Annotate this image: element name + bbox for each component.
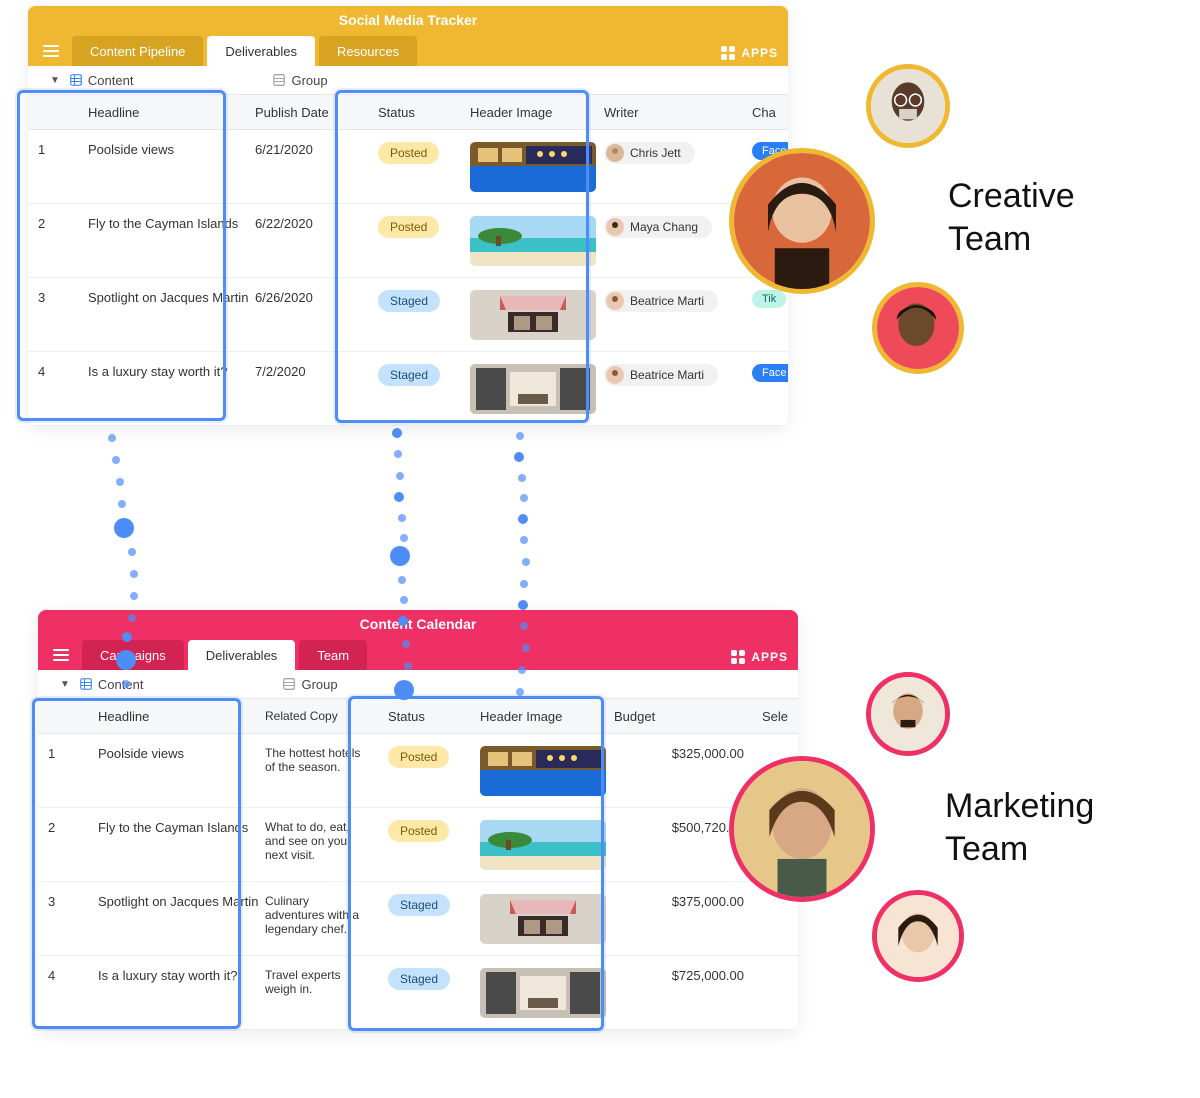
avatar-icon <box>606 144 624 162</box>
calendar-title: Content Calendar <box>38 610 798 638</box>
calendar-header: Content Calendar Campaigns Deliverables … <box>38 610 798 670</box>
tracker-header: Social Media Tracker Content Pipeline De… <box>28 6 788 66</box>
subnav-content[interactable]: ▼ Content <box>50 73 133 88</box>
subnav-group[interactable]: Group <box>283 677 337 692</box>
apps-icon <box>721 46 735 60</box>
marketing-team-label: MarketingTeam <box>945 785 1094 870</box>
apps-button[interactable]: APPS <box>731 650 788 664</box>
hamburger-icon[interactable] <box>46 640 76 670</box>
col-channel[interactable]: Cha <box>752 105 788 120</box>
avatar-icon <box>606 366 624 384</box>
subnav: ▼ Content Group <box>38 670 798 698</box>
avatar-marketing-2 <box>866 672 950 756</box>
apps-button[interactable]: APPS <box>721 46 778 60</box>
hamburger-icon[interactable] <box>36 36 66 66</box>
highlight-status-image-bottom <box>348 696 604 1031</box>
subnav-content[interactable]: ▼ Content <box>60 677 143 692</box>
avatar-marketing-main <box>729 756 875 902</box>
avatar-icon <box>606 218 624 236</box>
channel-badge: Face <box>752 364 788 382</box>
avatar-marketing-3 <box>872 890 964 982</box>
writer-chip[interactable]: Beatrice Marti <box>604 364 718 386</box>
writer-chip[interactable]: Chris Jett <box>604 142 695 164</box>
writer-chip[interactable]: Maya Chang <box>604 216 712 238</box>
creative-team-label: CreativeTeam <box>948 175 1075 260</box>
chevron-down-icon: ▼ <box>60 679 70 690</box>
channel-badge: Tik <box>752 290 786 308</box>
tab-deliverables[interactable]: Deliverables <box>188 640 296 670</box>
col-select[interactable]: Sele <box>762 709 798 724</box>
col-writer[interactable]: Writer <box>604 105 752 120</box>
chevron-down-icon: ▼ <box>50 75 60 86</box>
tab-team[interactable]: Team <box>299 640 367 670</box>
avatar-icon <box>606 292 624 310</box>
highlight-status-image-top <box>335 90 589 423</box>
group-icon <box>273 74 285 86</box>
apps-icon <box>731 650 745 664</box>
highlight-headline-bottom <box>32 698 241 1029</box>
tracker-title: Social Media Tracker <box>28 6 788 34</box>
highlight-headline-top <box>17 90 226 421</box>
avatar-creative-3 <box>872 282 964 374</box>
avatar-creative-main <box>729 148 875 294</box>
tab-deliverables[interactable]: Deliverables <box>207 36 315 66</box>
writer-chip[interactable]: Beatrice Marti <box>604 290 718 312</box>
tab-resources[interactable]: Resources <box>319 36 417 66</box>
grid-icon <box>70 74 82 86</box>
col-budget[interactable]: Budget <box>614 709 762 724</box>
tab-content-pipeline[interactable]: Content Pipeline <box>72 36 203 66</box>
subnav-group[interactable]: Group <box>273 73 327 88</box>
group-icon <box>283 678 295 690</box>
avatar-creative-2 <box>866 64 950 148</box>
grid-icon <box>80 678 92 690</box>
